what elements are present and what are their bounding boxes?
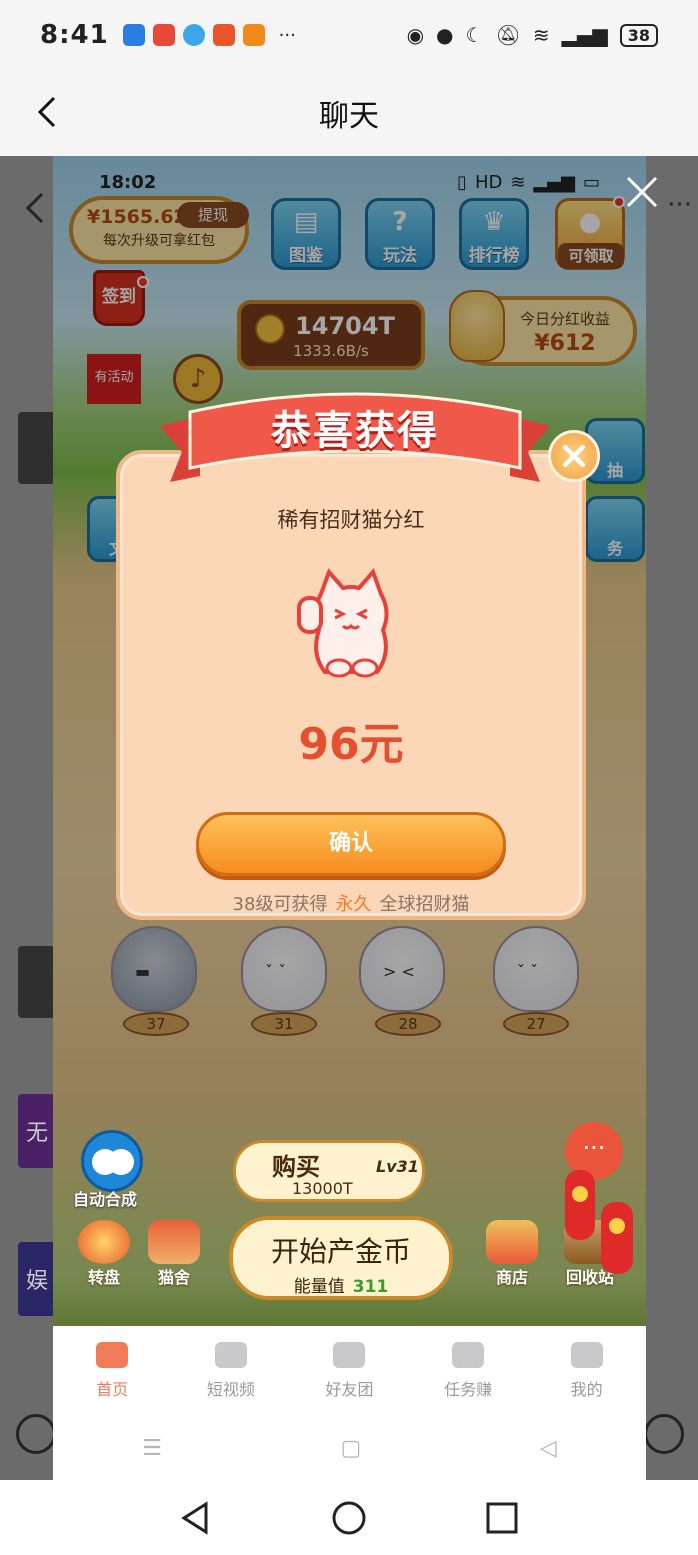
system-nav-bar	[0, 1480, 698, 1555]
home-circle-icon[interactable]	[329, 1498, 369, 1538]
home-square-icon[interactable]: ▢	[341, 1436, 362, 1461]
add-icon	[644, 1414, 684, 1454]
lucky-cat-icon	[297, 568, 389, 678]
notification-app-icon	[242, 24, 265, 46]
gamepad-icon	[452, 1342, 485, 1368]
auto-merge-button[interactable]	[81, 1130, 143, 1192]
back-arrow-icon	[25, 192, 44, 224]
bottom-tab-bar: 首页 短视频 好友团 任务赚 我的	[53, 1326, 646, 1416]
note-highlight: 永久	[335, 894, 372, 915]
reward-amount: 96元	[298, 719, 404, 770]
reward-modal: 稀有招财猫分红 96元 确认 38级可获得 永久 全球招财猫	[116, 450, 586, 920]
status-time: 8:41	[40, 20, 109, 50]
wifi-icon: ≋	[532, 23, 550, 47]
close-overlay-icon[interactable]	[622, 172, 662, 212]
video-camera-icon	[214, 1342, 247, 1368]
tab-mine[interactable]: 我的	[542, 1342, 632, 1416]
back-triangle-icon[interactable]	[176, 1498, 216, 1538]
eye-icon: ◉	[406, 23, 425, 47]
wheel-button[interactable]: 转盘	[73, 1220, 135, 1287]
shop-icon	[486, 1220, 538, 1264]
status-bar: 8:41 ··· ◉ ● ☾ 🔕︎ ≋ ▂▄▆ 38	[0, 0, 698, 70]
start-produce-button[interactable]: 开始产金币 能量值 311	[229, 1216, 453, 1300]
produce-title: 开始产金币	[270, 1235, 411, 1268]
tab-friends[interactable]: 好友团	[304, 1342, 394, 1416]
buy-label: 购买	[272, 1153, 320, 1181]
modal-close-icon[interactable]	[548, 430, 600, 482]
chat-tag: 娱	[18, 1242, 56, 1316]
avatar	[18, 412, 56, 484]
cat-face-icon	[570, 1342, 603, 1368]
location-icon: ●	[436, 23, 454, 47]
more-icon: ···	[667, 190, 692, 220]
tab-tasks[interactable]: 任务赚	[423, 1342, 513, 1416]
buy-price: 13000T	[292, 1179, 353, 1198]
notification-app-icon	[152, 24, 175, 46]
signal-icon: ▂▄▆	[561, 23, 608, 47]
cattery-button[interactable]: 猫舍	[143, 1220, 205, 1287]
page-title: 聊天	[319, 99, 379, 134]
status-right-icons: ◉ ● ☾ 🔕︎ ≋ ▂▄▆ 38	[407, 23, 658, 47]
modal-title: 恭喜获得	[271, 408, 439, 454]
status-app-icons: ···	[122, 24, 296, 46]
chat-tag: 无	[18, 1094, 56, 1168]
tab-home[interactable]: 首页	[67, 1342, 157, 1416]
paw-icon	[333, 1342, 366, 1368]
avatar	[18, 946, 56, 1018]
more-notifications-icon: ···	[278, 24, 296, 46]
menu-lines-icon[interactable]: ☰	[142, 1436, 162, 1461]
voice-icon	[16, 1414, 56, 1454]
recents-square-icon[interactable]	[482, 1498, 522, 1538]
house-icon	[148, 1220, 200, 1264]
buy-level: Lv31	[376, 1157, 419, 1176]
castle-icon	[96, 1342, 129, 1368]
notification-app-icon	[212, 24, 235, 46]
moon-icon: ☾	[465, 23, 484, 47]
back-arrow-icon[interactable]	[28, 92, 68, 132]
buy-cat-button[interactable]: 购买 13000T Lv31	[233, 1140, 425, 1202]
back-triangle-icon[interactable]: ◁	[540, 1436, 557, 1461]
red-envelope-mascot-icon[interactable]	[561, 1164, 637, 1282]
notification-app-icon	[122, 24, 145, 46]
inner-system-nav: ☰ ▢ ◁	[53, 1416, 646, 1480]
nav-header: 聊天	[0, 70, 698, 156]
confirm-button[interactable]: 确认	[196, 812, 506, 876]
energy-row: 能量值 311	[293, 1277, 389, 1297]
battery-icon: 38	[619, 23, 658, 47]
wheel-icon	[78, 1220, 130, 1264]
mute-icon: 🔕︎	[495, 23, 521, 47]
energy-value: 311	[352, 1277, 389, 1297]
modal-note: 38级可获得 永久 全球招财猫	[232, 894, 470, 915]
tab-short-video[interactable]: 短视频	[186, 1342, 276, 1416]
auto-merge-label: 自动合成	[73, 1190, 138, 1209]
notification-app-icon	[182, 24, 205, 46]
shop-button[interactable]: 商店	[481, 1220, 543, 1287]
modal-subtitle: 稀有招财猫分红	[277, 508, 425, 532]
